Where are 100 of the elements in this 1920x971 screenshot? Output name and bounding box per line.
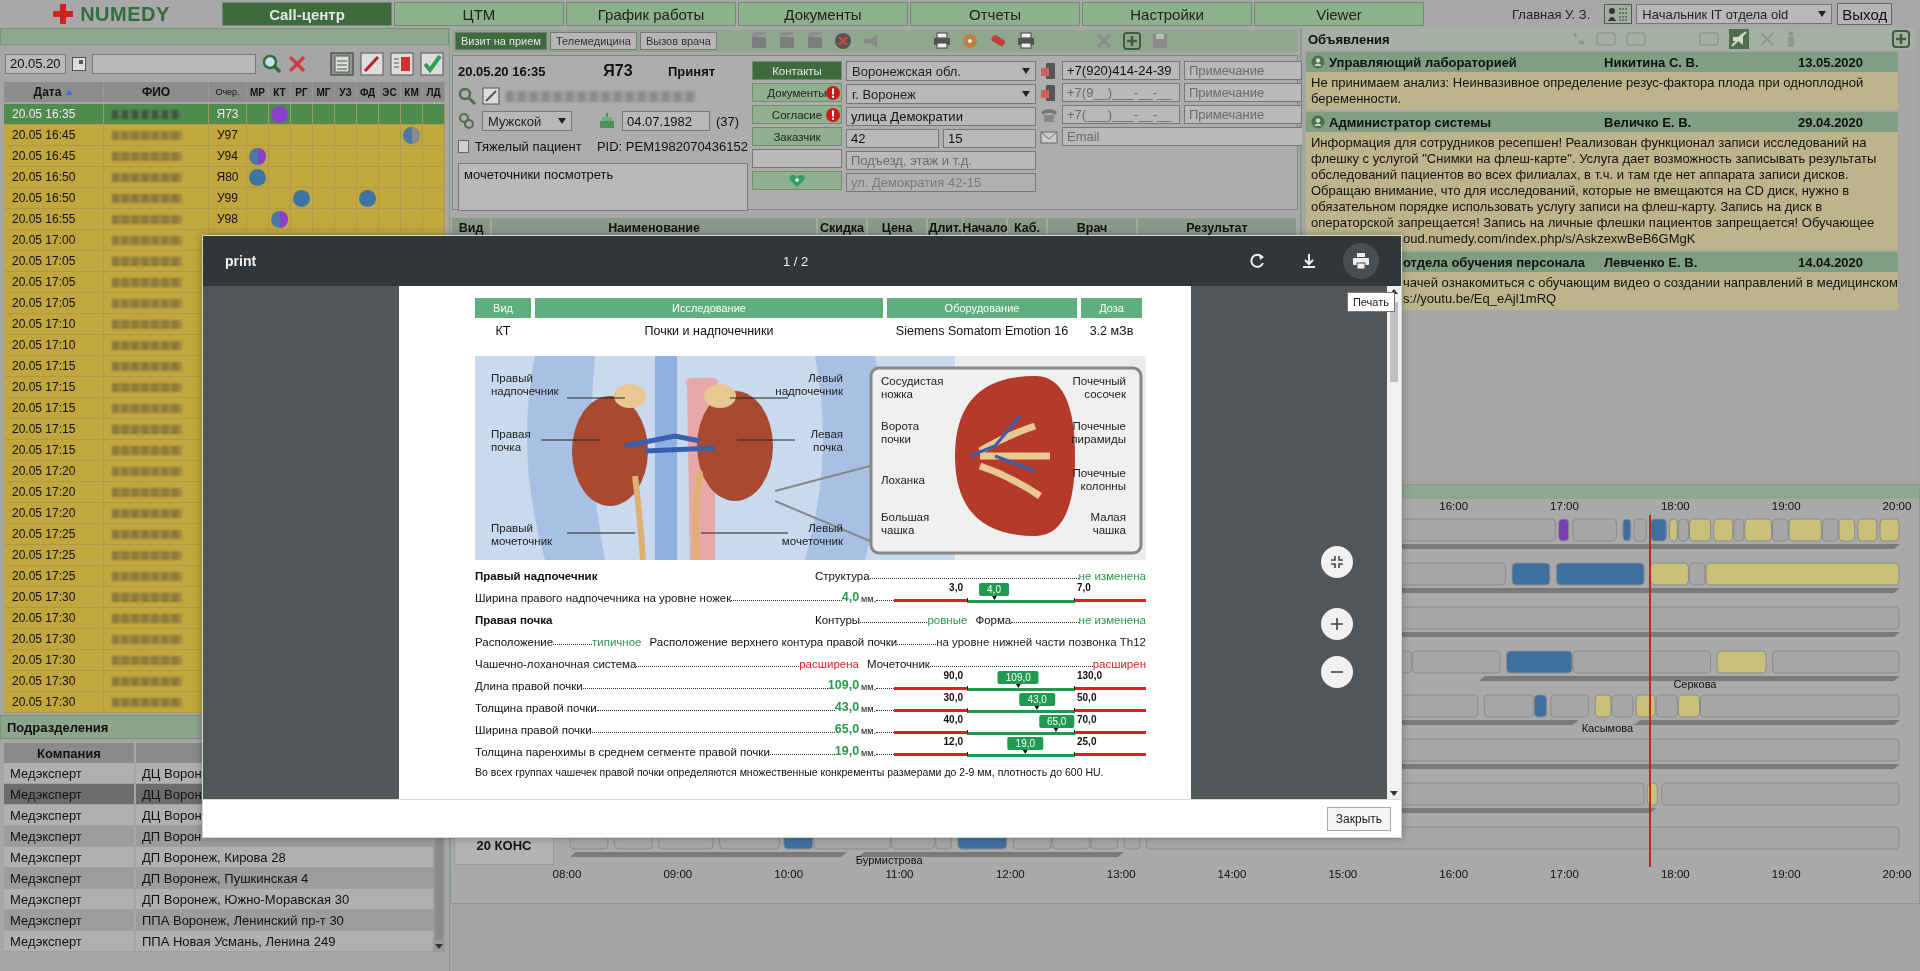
appointment-row[interactable]: 20.05 16:55 У98 <box>4 209 445 230</box>
comment-field[interactable]: мочеточники посмотреть <box>458 163 748 211</box>
nav-tab[interactable]: Документы <box>738 2 908 26</box>
company-row[interactable]: Медэксперт ППА Новая Усмань, Ленина 249 <box>4 931 433 952</box>
chat-icon[interactable] <box>1595 31 1616 47</box>
column-header[interactable]: РГ <box>291 82 313 102</box>
column-header[interactable]: МГ <box>313 82 335 102</box>
column-header[interactable]: КТ <box>269 82 291 102</box>
delete-icon[interactable] <box>1094 32 1113 50</box>
calculator-icon[interactable] <box>330 51 354 76</box>
modality-cell[interactable] <box>247 146 269 166</box>
save-icon[interactable] <box>1150 32 1169 50</box>
heavy-patient-checkbox[interactable] <box>458 139 469 153</box>
comment-icon[interactable] <box>1699 31 1719 47</box>
report-label: Контуры <box>815 614 861 626</box>
column-header[interactable]: ЛД <box>423 82 445 102</box>
phone-field[interactable]: +7(920)414-24-39 <box>1062 61 1180 80</box>
scissors-icon[interactable] <box>1759 31 1775 47</box>
anatomy-label: Большая чашка <box>881 511 930 537</box>
flat-field[interactable]: 15 <box>943 129 1036 148</box>
range-max: 70,0 <box>1077 714 1097 725</box>
column-header[interactable]: ЭС <box>379 82 401 102</box>
appointment-row[interactable]: 20.05 16:50 Я80 <box>4 167 445 188</box>
appointment-row[interactable]: 20.05 16:50 У99 <box>4 188 445 209</box>
printer-icon[interactable] <box>1016 32 1035 50</box>
add-icon[interactable] <box>1892 30 1910 48</box>
film-icon[interactable] <box>777 32 796 50</box>
street-field[interactable]: улица Демократии <box>846 107 1036 126</box>
gender-select[interactable]: Мужской <box>482 111 572 131</box>
nav-tab[interactable]: Отчеты <box>910 2 1080 26</box>
scrollbar[interactable] <box>1387 286 1401 799</box>
visit-tab[interactable]: Вызов врача <box>639 32 717 50</box>
mute-icon[interactable] <box>1729 29 1749 49</box>
heart-button[interactable] <box>752 171 842 190</box>
column-header[interactable]: УЗ <box>335 82 357 102</box>
role-select[interactable]: Начальник IT отдела old <box>1636 4 1833 24</box>
column-header[interactable]: ФИО <box>104 82 209 102</box>
help-document-icon[interactable] <box>390 51 414 76</box>
city-select[interactable]: г. Воронеж <box>846 84 1036 104</box>
nav-tab[interactable]: Call-центр <box>222 2 392 26</box>
calendar-icon[interactable] <box>71 56 86 71</box>
print-button[interactable] <box>1343 243 1379 279</box>
date-time-cell: 20.05 17:15 <box>4 440 104 460</box>
mobile-phone-icon[interactable] <box>1040 61 1058 80</box>
edit-icon[interactable] <box>482 87 500 105</box>
company-row[interactable]: Медэксперт ППА Воронеж, Ленинский пр-т 30 <box>4 910 433 931</box>
alert-icon <box>826 86 840 100</box>
region-select[interactable]: Воронежская обл. <box>846 61 1036 81</box>
side-button[interactable]: Документы <box>752 83 842 102</box>
side-button[interactable]: Контакты <box>752 61 842 80</box>
column-header[interactable]: КМ <box>401 82 423 102</box>
date-field[interactable]: 20.05.20 <box>5 53 66 74</box>
mobile-phone-icon[interactable] <box>1040 83 1058 102</box>
edit-icon[interactable] <box>360 51 384 76</box>
nav-tab[interactable]: Настройки <box>1082 2 1252 26</box>
nav-tab[interactable]: ЦТМ <box>394 2 564 26</box>
company-row[interactable]: Медэксперт ДП Воронеж, Пушкинская 4 <box>4 868 433 889</box>
logout-button[interactable]: Выход <box>1837 3 1893 25</box>
side-button[interactable]: Согласие <box>752 105 842 124</box>
appointment-row[interactable]: 20.05 16:45 У94 <box>4 146 445 167</box>
column-header[interactable]: Дата <box>4 82 104 102</box>
date-time-cell: 20.05 17:20 <box>4 461 104 481</box>
panel-title: Объявления <box>1308 31 1391 47</box>
company-row[interactable]: Медэксперт ДП Воронеж, Кирова 28 <box>4 847 433 868</box>
search-icon[interactable] <box>458 87 476 105</box>
message-icon[interactable] <box>1625 31 1646 47</box>
column-header[interactable]: Очер. <box>209 82 247 102</box>
visit-tab[interactable]: Телемедицина <box>549 32 637 50</box>
add-icon[interactable] <box>1122 32 1141 50</box>
search-field[interactable] <box>91 53 257 74</box>
zoom-out-button[interactable] <box>1321 656 1353 688</box>
disc-icon[interactable] <box>960 32 979 50</box>
close-button[interactable]: Закрыть <box>1326 806 1391 831</box>
nav-tab[interactable]: График работы <box>566 2 736 26</box>
appointment-row[interactable]: 20.05 16:35 Я73 <box>4 104 445 125</box>
company-row[interactable]: Медэксперт ДП Воронеж, Южно-Моравская 30 <box>4 889 433 910</box>
hour-label: 16:00 <box>1439 500 1469 512</box>
branch-cell-text: ДП Воронеж, Пушкинская 4 <box>141 869 309 888</box>
search-icon[interactable] <box>262 53 283 74</box>
megaphone-icon[interactable] <box>861 32 880 50</box>
printer-icon[interactable] <box>932 32 951 50</box>
column-header[interactable]: МР <box>247 82 269 102</box>
visit-tab[interactable]: Визит на прием <box>455 32 547 50</box>
approve-icon[interactable] <box>420 51 444 76</box>
nav-tab[interactable]: Viewer <box>1254 2 1424 26</box>
fit-page-button[interactable] <box>1321 546 1353 578</box>
zoom-in-button[interactable] <box>1321 608 1353 640</box>
house-field[interactable]: 42 <box>846 129 939 148</box>
birthdate-field[interactable]: 04.07.1982 <box>622 111 710 131</box>
input-field[interactable] <box>752 149 842 168</box>
modality-cell[interactable] <box>401 125 423 145</box>
film-icon[interactable] <box>805 32 824 50</box>
clear-icon[interactable] <box>288 54 307 73</box>
column-header[interactable]: ФД <box>357 82 379 102</box>
side-button[interactable]: Заказчик <box>752 127 842 146</box>
appointment-row[interactable]: 20.05 16:45 У97 <box>4 125 445 146</box>
person-icon[interactable] <box>1785 31 1797 47</box>
film-icon[interactable] <box>749 32 768 50</box>
tools-icon[interactable] <box>833 32 852 50</box>
modality-cell[interactable] <box>269 209 291 229</box>
